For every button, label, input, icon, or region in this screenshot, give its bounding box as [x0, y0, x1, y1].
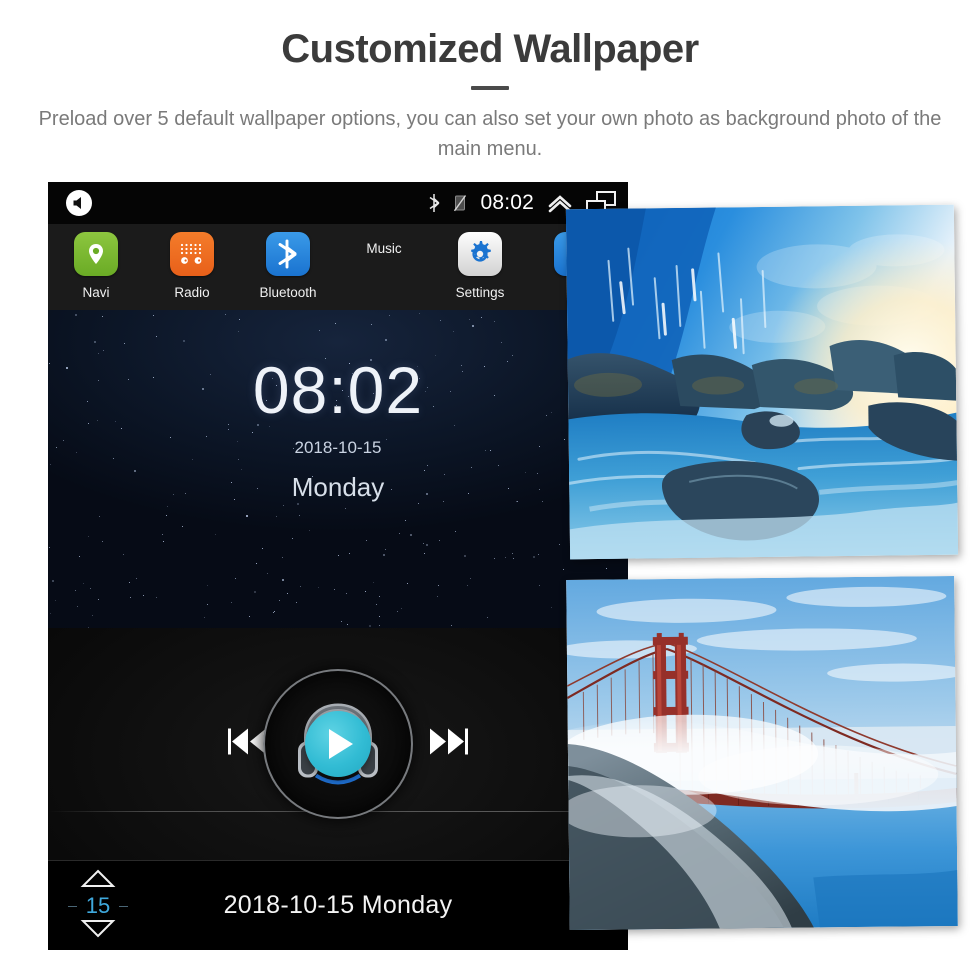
- golden-gate-bridge-wallpaper[interactable]: [566, 575, 958, 931]
- triangle-up-icon[interactable]: [80, 869, 116, 892]
- location-pin-icon: [74, 232, 118, 276]
- app-label-music: Music: [366, 241, 402, 256]
- status-bar: 08:02: [48, 182, 628, 224]
- home-date: 2018-10-15: [294, 438, 382, 457]
- app-label-navi: Navi: [82, 285, 110, 300]
- app-label-settings: Settings: [455, 285, 505, 300]
- home-weekday: Monday: [291, 472, 385, 502]
- page-root: Customized Wallpaper Preload over 5 defa…: [0, 0, 980, 979]
- app-item-navi[interactable]: Navi: [48, 232, 144, 300]
- home-wallpaper-starfield[interactable]: 08:02 2018-10-15 Monday: [48, 310, 628, 628]
- music-widget: [48, 628, 628, 860]
- app-item-settings[interactable]: Settings: [432, 232, 528, 300]
- page-subtitle: Preload over 5 default wallpaper options…: [38, 108, 942, 160]
- app-item-music[interactable]: Music: [48, 232, 432, 714]
- car-head-unit-screen: 08:02 Navi Radio Bluetooth Music Setting…: [48, 182, 628, 950]
- app-item-bluetooth[interactable]: Bluetooth: [240, 232, 336, 300]
- no-signal-icon: [453, 194, 467, 212]
- app-label-radio: Radio: [174, 285, 210, 300]
- radio-icon: [170, 232, 214, 276]
- album-art-disc[interactable]: [263, 669, 413, 819]
- title-divider: [471, 86, 509, 90]
- bottom-date: 2018-10-15 Monday: [223, 891, 453, 919]
- home-clock: 08:02: [252, 353, 424, 427]
- bluetooth-icon: [428, 193, 440, 213]
- app-label-bluetooth: Bluetooth: [259, 285, 317, 300]
- speaker-icon[interactable]: [66, 190, 92, 216]
- play-button[interactable]: [305, 711, 371, 777]
- gear-icon: [458, 232, 502, 276]
- app-dock: Navi Radio Bluetooth Music Settings: [48, 224, 628, 714]
- play-icon: [329, 729, 353, 759]
- triangle-down-icon[interactable]: [80, 920, 116, 943]
- ice-cave-wallpaper[interactable]: [565, 204, 959, 560]
- header: Customized Wallpaper Preload over 5 defa…: [0, 0, 980, 164]
- status-clock: 08:02: [480, 191, 534, 214]
- page-title: Customized Wallpaper: [281, 27, 699, 71]
- bottom-bar: 15 2018-10-15 Monday: [48, 860, 628, 950]
- next-track-icon[interactable]: [426, 724, 470, 765]
- bluetooth-icon: [266, 232, 310, 276]
- app-item-radio[interactable]: Radio: [144, 232, 240, 300]
